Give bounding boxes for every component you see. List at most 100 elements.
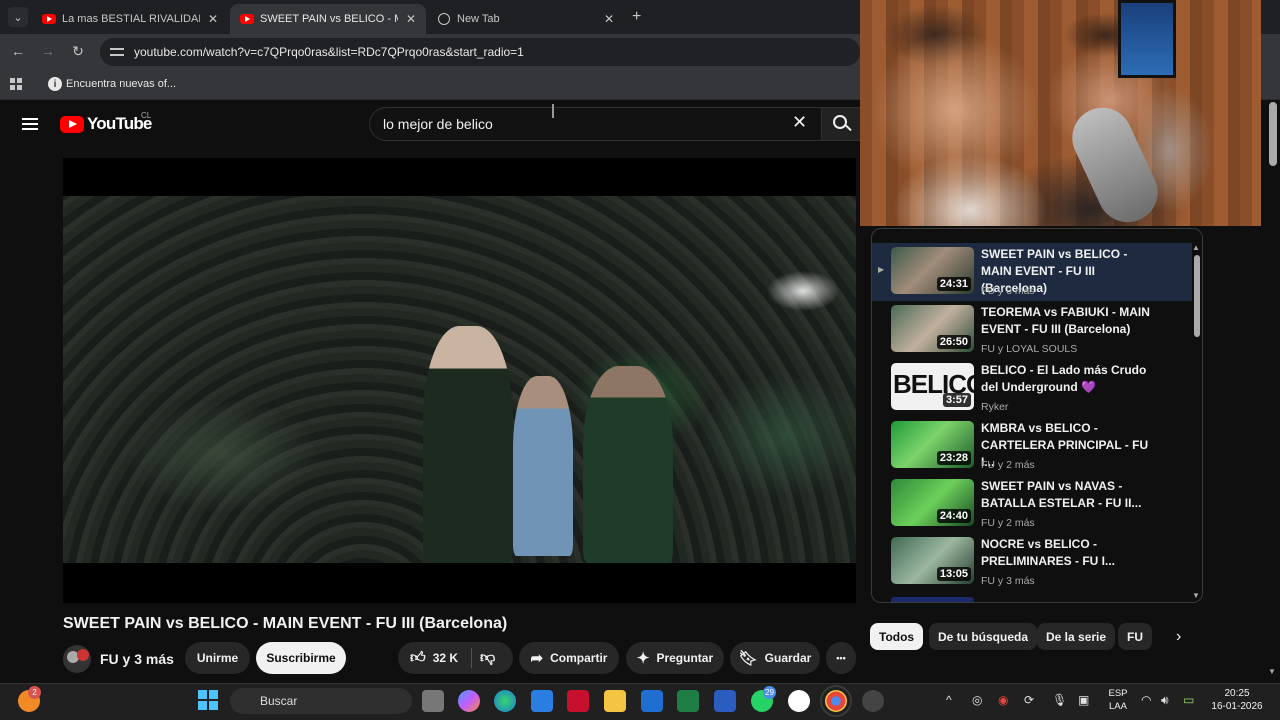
- playlist-thumbnail[interactable]: 23:28: [891, 421, 974, 468]
- like-count[interactable]: 32 K: [433, 651, 458, 665]
- youtube-play-icon: [60, 115, 84, 133]
- join-button[interactable]: Unirme: [185, 642, 250, 674]
- playlist-item-channel: FU y LOYAL SOULS: [981, 343, 1078, 355]
- playlist-item[interactable]: 13:05 NOCRE vs BELICO - PRELIMINARES - F…: [872, 533, 1192, 591]
- mcafee-icon[interactable]: [567, 690, 589, 712]
- playlist-thumbnail[interactable]: 13:05: [891, 537, 974, 584]
- chip-de-tu-busqueda[interactable]: De tu búsqueda: [929, 623, 1038, 650]
- browser-tab-3[interactable]: New Tab ✕: [428, 4, 624, 34]
- playlist-item-title[interactable]: BELICO - El Lado más Crudo del Undergrou…: [981, 362, 1151, 396]
- video-frame[interactable]: [63, 196, 856, 563]
- outlook-icon[interactable]: [641, 690, 663, 712]
- search-input[interactable]: lo mejor de belico: [369, 107, 821, 141]
- bookmark-item[interactable]: Encuentra nuevas of...: [66, 78, 176, 90]
- battery-icon[interactable]: ▭: [1183, 693, 1194, 707]
- tray-display-icon[interactable]: ▣: [1078, 693, 1089, 707]
- background-monitor: [1118, 0, 1176, 78]
- ask-button[interactable]: ✦ Preguntar: [626, 642, 724, 674]
- clock-date: 16-01-2026: [1211, 701, 1263, 712]
- taskbar-search[interactable]: Buscar: [230, 688, 412, 714]
- thumbs-down-icon[interactable]: 👎︎: [480, 649, 495, 667]
- edge-icon[interactable]: [494, 690, 516, 712]
- file-explorer-icon[interactable]: [604, 690, 626, 712]
- playlist-thumbnail[interactable]: 24:31: [891, 247, 974, 294]
- wifi-icon[interactable]: ◠: [1141, 693, 1151, 707]
- share-button[interactable]: ➦ Compartir: [519, 642, 619, 674]
- copilot-icon[interactable]: [458, 690, 480, 712]
- share-label: Compartir: [550, 651, 608, 665]
- volume-icon[interactable]: 🔊︎: [1161, 693, 1169, 708]
- page-scrollbar[interactable]: [1269, 102, 1277, 166]
- clear-search-icon[interactable]: ✕: [792, 112, 807, 133]
- site-settings-icon[interactable]: [110, 46, 124, 58]
- scroll-down-arrow-icon[interactable]: ▼: [1192, 591, 1200, 600]
- tray-app-icon[interactable]: ◎: [972, 693, 982, 707]
- country-code: CL: [141, 111, 152, 120]
- tab-close-icon[interactable]: ✕: [604, 12, 614, 26]
- task-view-icon[interactable]: [422, 690, 444, 712]
- scroll-up-arrow-icon[interactable]: ▲: [1192, 243, 1200, 252]
- word-icon[interactable]: [714, 690, 736, 712]
- chrome-icon[interactable]: [820, 685, 852, 717]
- chip-de-la-serie[interactable]: De la serie: [1037, 623, 1116, 650]
- notification-badge: 2: [28, 686, 41, 699]
- playlist-item-title[interactable]: TEOREMA vs FABIUKI - MAIN EVENT - FU III…: [981, 304, 1151, 338]
- chevron-right-icon[interactable]: ›: [1176, 628, 1181, 646]
- playlist-scrollbar[interactable]: [1194, 255, 1200, 337]
- browser-tab-2-active[interactable]: SWEET PAIN vs BELICO - MAIN ✕: [230, 4, 426, 34]
- playlist-item[interactable]: BELICO 3:57 BELICO - El Lado más Crudo d…: [872, 359, 1192, 417]
- tab-close-icon[interactable]: ✕: [406, 12, 416, 26]
- url-text[interactable]: youtube.com/watch?v=c7QPrqo0ras&list=RDc…: [134, 45, 524, 59]
- video-duration: 3:57: [942, 393, 971, 407]
- back-arrow-icon[interactable]: ←: [9, 43, 27, 59]
- video-title: SWEET PAIN vs BELICO - MAIN EVENT - FU I…: [63, 615, 508, 632]
- taskbar-search-placeholder[interactable]: Buscar: [260, 694, 297, 708]
- apps-grid-icon[interactable]: [10, 78, 22, 90]
- reload-icon[interactable]: ↻: [69, 43, 87, 60]
- tab-title: SWEET PAIN vs BELICO - MAIN: [260, 13, 398, 25]
- obs-icon[interactable]: [788, 690, 810, 712]
- menu-hamburger-icon[interactable]: [22, 118, 38, 130]
- playlist-item[interactable]: ▶ 24:31 SWEET PAIN vs BELICO - MAIN EVEN…: [872, 243, 1192, 301]
- tab-title: La mas BESTIAL RIVALIDAD de: [62, 13, 200, 25]
- new-tab-button[interactable]: +: [632, 8, 641, 26]
- search-query[interactable]: lo mejor de belico: [383, 116, 493, 132]
- playlist-item[interactable]: 24:40 SWEET PAIN vs NAVAS - BATALLA ESTE…: [872, 475, 1192, 533]
- video-player[interactable]: [63, 158, 856, 603]
- playlist-thumbnail[interactable]: BELICO 3:57: [891, 363, 974, 410]
- channel-avatar[interactable]: [63, 645, 91, 673]
- language-indicator[interactable]: ESP LAA: [1106, 687, 1130, 713]
- playlist-item[interactable]: 26:50 TEOREMA vs FABIUKI - MAIN EVENT - …: [872, 301, 1192, 359]
- browser-tab-1[interactable]: La mas BESTIAL RIVALIDAD de ✕: [32, 4, 228, 34]
- playlist-thumbnail[interactable]: 24:40: [891, 479, 974, 526]
- playlist-item-title[interactable]: NOCRE vs BELICO - PRELIMINARES - FU I...: [981, 536, 1151, 570]
- save-button[interactable]: 🔖︎ Guardar: [730, 642, 820, 674]
- tray-sync-icon[interactable]: ⟳: [1024, 693, 1034, 707]
- tab-close-icon[interactable]: ✕: [208, 12, 218, 26]
- like-dislike-group: 👍︎ 32 K 👎︎: [398, 642, 513, 674]
- address-bar[interactable]: youtube.com/watch?v=c7QPrqo0ras&list=RDc…: [100, 38, 860, 66]
- playlist-thumbnail[interactable]: 26:50: [891, 305, 974, 352]
- store-icon[interactable]: [531, 690, 553, 712]
- system-clock[interactable]: 20:25 16-01-2026: [1207, 687, 1267, 713]
- tray-app-icon[interactable]: ◉: [998, 693, 1008, 707]
- more-actions-button[interactable]: •••: [826, 642, 856, 674]
- microphone-icon: [1062, 97, 1168, 226]
- thumbs-up-icon[interactable]: 👍︎: [410, 649, 426, 667]
- tray-microphone-icon[interactable]: 🎙︎: [1052, 693, 1067, 707]
- language-line-1: ESP: [1108, 688, 1128, 699]
- channel-name[interactable]: FU y 3 más: [100, 651, 174, 667]
- playlist-item[interactable]: 23:28 KMBRA vs BELICO - CARTELERA PRINCI…: [872, 417, 1192, 475]
- chip-fu[interactable]: FU: [1118, 623, 1152, 650]
- excel-icon[interactable]: [677, 690, 699, 712]
- tray-chevron-up-icon[interactable]: ^: [946, 693, 952, 707]
- subscribe-button[interactable]: Suscribirme: [256, 642, 346, 674]
- playlist-item-title[interactable]: SWEET PAIN vs NAVAS - BATALLA ESTELAR - …: [981, 478, 1151, 512]
- chip-todos[interactable]: Todos: [870, 623, 924, 650]
- app-icon[interactable]: [862, 690, 884, 712]
- windows-start-icon[interactable]: [198, 690, 218, 710]
- page-scroll-down-icon[interactable]: ▼: [1268, 667, 1276, 676]
- tab-search-button[interactable]: ⌄: [8, 7, 28, 27]
- youtube-logo[interactable]: YouTube: [60, 114, 152, 134]
- forward-arrow-icon[interactable]: →: [39, 43, 57, 59]
